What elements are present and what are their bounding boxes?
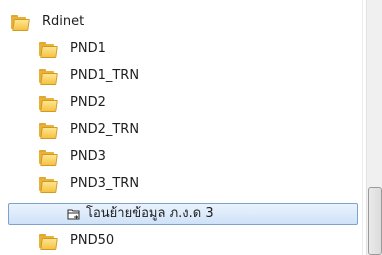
tree-item-pnd2[interactable]: PND2 (0, 91, 366, 115)
folder-icon (38, 233, 58, 250)
tree-item-label: PND2_TRN (70, 122, 140, 137)
folder-icon (38, 176, 58, 193)
tree-item-label: PND1 (70, 41, 106, 56)
tree-item-rdinet[interactable]: Rdinet (0, 10, 366, 34)
folder-icon (38, 68, 58, 85)
folder-tree: Rdinet PND1 PND1_TRN PND2 PND2_TRN PND3 (0, 0, 366, 255)
tree-item-pnd2-trn[interactable]: PND2_TRN (0, 118, 366, 142)
tree-item-pnd3-trn[interactable]: PND3_TRN (0, 172, 366, 196)
tree-item-label: PND1_TRN (70, 68, 140, 83)
tree-item-pnd1-trn[interactable]: PND1_TRN (0, 64, 366, 88)
tree-item-pnd3[interactable]: PND3 (0, 145, 366, 169)
pane-divider (362, 0, 363, 255)
folder-icon (38, 122, 58, 139)
folder-icon (10, 14, 30, 31)
shortcut-icon (66, 206, 82, 222)
vertical-scrollbar[interactable] (366, 0, 382, 255)
tree-item-pnd50[interactable]: PND50 (0, 229, 366, 253)
scrollbar-thumb[interactable] (368, 187, 382, 255)
folder-icon (38, 41, 58, 58)
tree-item-label: โอนย้ายข้อมูล ภ.ง.ด 3 (86, 206, 214, 221)
tree-item-label: PND3 (70, 149, 106, 164)
tree-item-label: PND2 (70, 95, 106, 110)
tree-item-label: PND50 (70, 233, 115, 248)
tree-item-label: PND3_TRN (70, 176, 140, 191)
tree-item-label: Rdinet (42, 14, 85, 29)
tree-item-pnd1[interactable]: PND1 (0, 37, 366, 61)
tree-item-transfer-pnd3[interactable]: โอนย้ายข้อมูล ภ.ง.ด 3 (0, 202, 366, 226)
folder-icon (38, 95, 58, 112)
folder-icon (38, 149, 58, 166)
